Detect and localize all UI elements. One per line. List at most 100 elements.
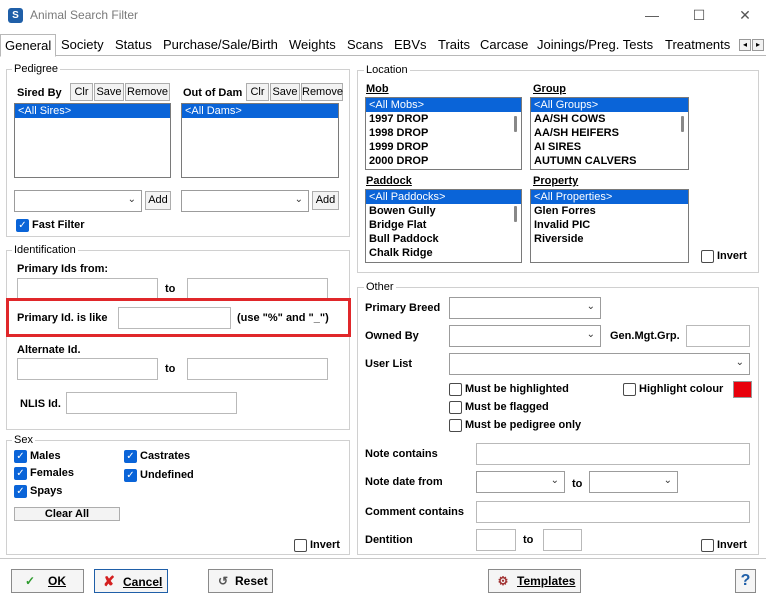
dentition-to-input[interactable] [543, 529, 582, 551]
alternate-id-label: Alternate Id. [17, 344, 81, 356]
tab-scroll-left-icon[interactable]: ◂ [739, 39, 751, 51]
ok-button[interactable]: ✓ OK [11, 569, 84, 593]
list-item[interactable]: 1999 DROP [366, 140, 521, 154]
note-date-to-combo[interactable]: ⌄ [589, 471, 678, 493]
must-flagged-checkbox[interactable] [449, 401, 462, 414]
property-listbox[interactable]: <All Properties> Glen Forres Invalid PIC… [530, 189, 689, 263]
sires-add-button[interactable]: Add [145, 191, 171, 210]
list-item[interactable]: <All Sires> [15, 104, 170, 118]
dams-combo[interactable]: ⌄ [181, 190, 309, 212]
close-button[interactable]: ✕ [725, 4, 765, 26]
help-button[interactable]: ? [735, 569, 756, 593]
must-pedigree-checkbox[interactable] [449, 419, 462, 432]
tab-scans[interactable]: Scans [343, 34, 387, 56]
dams-save-button[interactable]: Save [270, 83, 300, 101]
location-invert-checkbox[interactable] [701, 250, 714, 263]
dams-remove-button[interactable]: Remove [301, 83, 343, 101]
list-item[interactable]: Invalid PIC [531, 218, 688, 232]
group-listbox[interactable]: <All Groups> AA/SH COWS AA/SH HEIFERS AI… [530, 97, 689, 170]
out-of-dam-label: Out of Dam [183, 87, 243, 99]
user-list-combo[interactable]: ⌄ [449, 353, 750, 375]
tab-purchase-sale-birth[interactable]: Purchase/Sale/Birth [159, 34, 282, 56]
sires-clear-button[interactable]: Clr [70, 83, 93, 101]
list-item[interactable]: 2000 DROP [366, 154, 521, 168]
list-item[interactable]: Glen Forres [531, 204, 688, 218]
list-item[interactable]: 1998 DROP [366, 126, 521, 140]
primary-id-to-input[interactable] [187, 278, 328, 300]
undefined-checkbox[interactable]: ✓ [124, 469, 137, 482]
location-invert-label: Invert [717, 250, 747, 262]
fast-filter-checkbox[interactable]: ✓ [16, 219, 29, 232]
note-contains-input[interactable] [476, 443, 750, 465]
dams-clear-button[interactable]: Clr [246, 83, 269, 101]
group-scrollbar[interactable] [681, 116, 684, 132]
other-invert-checkbox[interactable] [701, 539, 714, 552]
comment-contains-input[interactable] [476, 501, 750, 523]
paddock-listbox[interactable]: <All Paddocks> Bowen Gully Bridge Flat B… [365, 189, 522, 263]
males-checkbox[interactable]: ✓ [14, 450, 27, 463]
highlight-colour-checkbox[interactable] [623, 383, 636, 396]
gen-mgt-grp-input[interactable] [686, 325, 750, 347]
list-item[interactable]: 1997 DROP [366, 112, 521, 126]
owned-by-combo[interactable]: ⌄ [449, 325, 601, 347]
must-highlighted-checkbox[interactable] [449, 383, 462, 396]
list-item[interactable]: <All Paddocks> [366, 190, 521, 204]
reset-button[interactable]: ↺ Reset [208, 569, 273, 593]
tab-traits[interactable]: Traits [434, 34, 474, 56]
sires-listbox[interactable]: <All Sires> [14, 103, 171, 178]
note-contains-label: Note contains [365, 448, 438, 460]
templates-button[interactable]: ⚙ Templates [488, 569, 581, 593]
tab-treatments[interactable]: Treatments [661, 34, 734, 56]
tab-general[interactable]: General [0, 34, 57, 57]
nlis-id-input[interactable] [66, 392, 237, 414]
maximize-button[interactable]: ☐ [679, 4, 719, 26]
castrates-checkbox[interactable]: ✓ [124, 450, 137, 463]
list-item[interactable]: Chalk Ridge [366, 246, 521, 260]
alternate-id-from-input[interactable] [17, 358, 158, 380]
females-checkbox[interactable]: ✓ [14, 467, 27, 480]
list-item[interactable]: Bowen Gully [366, 204, 521, 218]
sires-remove-button[interactable]: Remove [125, 83, 170, 101]
primary-breed-combo[interactable]: ⌄ [449, 297, 601, 319]
mob-scrollbar[interactable] [514, 116, 517, 132]
checkmark-icon: ✓ [24, 574, 36, 588]
list-item[interactable]: Bull Paddock [366, 232, 521, 246]
list-item[interactable]: <All Dams> [182, 104, 338, 118]
list-item[interactable]: Bridge Flat [366, 218, 521, 232]
list-item[interactable]: AUTUMN CALVERS [531, 154, 688, 168]
paddock-scrollbar[interactable] [514, 206, 517, 222]
dentition-from-input[interactable] [476, 529, 516, 551]
tab-weights[interactable]: Weights [285, 34, 340, 56]
tab-ebvs[interactable]: EBVs [390, 34, 431, 56]
chevron-down-icon: ⌄ [663, 475, 672, 486]
tab-society[interactable]: Society [57, 34, 108, 56]
list-item[interactable]: <All Groups> [531, 98, 688, 112]
list-item[interactable]: AI SIRES [531, 140, 688, 154]
minimize-button[interactable]: — [632, 4, 672, 26]
list-item[interactable]: <All Properties> [531, 190, 688, 204]
spays-checkbox[interactable]: ✓ [14, 485, 27, 498]
list-item[interactable]: AA/SH COWS [531, 112, 688, 126]
dams-add-button[interactable]: Add [312, 191, 339, 210]
primary-id-from-input[interactable] [17, 278, 158, 300]
cancel-button[interactable]: ✘ Cancel [94, 569, 168, 593]
list-item[interactable]: <All Mobs> [366, 98, 521, 112]
note-date-from-combo[interactable]: ⌄ [476, 471, 565, 493]
list-item[interactable]: AA/SH HEIFERS [531, 126, 688, 140]
list-item[interactable]: Riverside [531, 232, 688, 246]
sires-combo[interactable]: ⌄ [14, 190, 142, 212]
primary-id-like-input[interactable] [118, 307, 231, 329]
reset-label: Reset [235, 574, 268, 588]
tab-carcase[interactable]: Carcase [476, 34, 532, 56]
clear-all-button[interactable]: Clear All [14, 507, 120, 521]
tab-status[interactable]: Status [111, 34, 156, 56]
tab-scroll-right-icon[interactable]: ▸ [752, 39, 764, 51]
mob-listbox[interactable]: <All Mobs> 1997 DROP 1998 DROP 1999 DROP… [365, 97, 522, 170]
sires-save-button[interactable]: Save [94, 83, 124, 101]
alternate-id-to-input[interactable] [187, 358, 328, 380]
dams-listbox[interactable]: <All Dams> [181, 103, 339, 178]
chevron-down-icon: ⌄ [586, 329, 595, 340]
tab-joinings[interactable]: Joinings/Preg. Tests [533, 34, 657, 56]
sex-invert-checkbox[interactable] [294, 539, 307, 552]
highlight-colour-swatch[interactable] [733, 381, 752, 398]
